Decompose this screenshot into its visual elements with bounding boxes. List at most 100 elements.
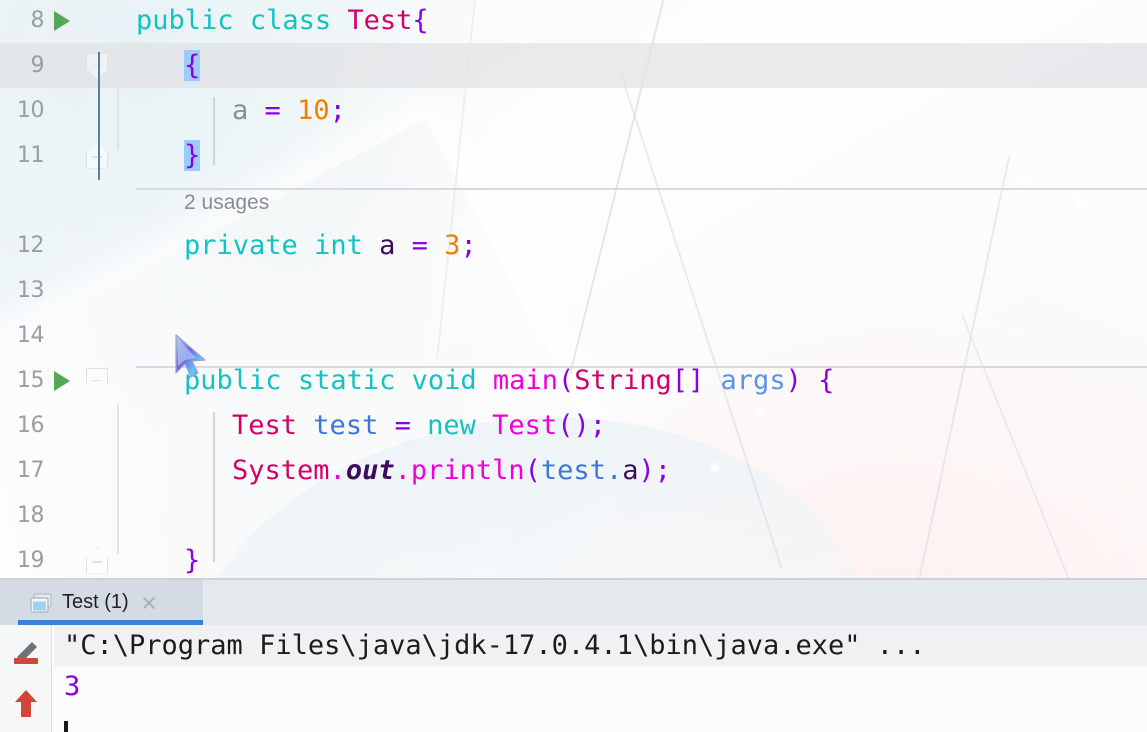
line-number: 17 xyxy=(17,458,45,483)
console-window-icon xyxy=(30,592,52,613)
code-token: new xyxy=(427,410,476,441)
line-number: 8 xyxy=(30,8,45,33)
code-token: String xyxy=(574,365,672,396)
console-output-line: 3 xyxy=(54,666,1147,707)
code-token: println xyxy=(410,455,525,486)
code-text: { xyxy=(136,50,201,81)
code-token: { xyxy=(818,365,835,396)
code-token: 2 usages xyxy=(184,191,270,214)
run-gutter-icon[interactable] xyxy=(44,370,80,391)
code-token: 10 xyxy=(297,95,330,126)
indent-guide xyxy=(213,412,215,562)
code-line-row[interactable]: 19} xyxy=(0,538,1147,578)
soft-wrap-icon[interactable] xyxy=(8,632,44,668)
scroll-to-top-icon[interactable] xyxy=(8,685,44,721)
code-fold-toggle[interactable] xyxy=(80,547,114,574)
code-token: Test xyxy=(232,410,298,441)
code-line-row[interactable]: 11} xyxy=(0,133,1147,178)
declaration-separator xyxy=(136,366,1147,368)
code-line-row[interactable]: 13 xyxy=(0,268,1147,313)
code-fold-toggle[interactable] xyxy=(80,52,114,79)
code-fold-toggle[interactable] xyxy=(80,142,114,169)
code-line-row[interactable]: 9{ xyxy=(0,43,1147,88)
line-number: 15 xyxy=(17,368,45,393)
console-command-text: "C:\Program Files\java\jdk-17.0.4.1\bin\… xyxy=(64,630,926,661)
code-line-row[interactable]: 18 xyxy=(0,493,1147,538)
code-token: a xyxy=(379,230,396,261)
code-line-row[interactable]: 17 System.out.println(test.a); xyxy=(0,448,1147,493)
console-tab-strip: Test (1) xyxy=(0,580,1147,625)
code-token: System xyxy=(232,455,330,486)
code-token: ) xyxy=(638,455,655,486)
code-line-row[interactable]: 10 a = 10; xyxy=(0,88,1147,133)
code-token: = xyxy=(411,230,428,261)
console-tab-test[interactable]: Test (1) xyxy=(0,580,203,625)
code-token: a xyxy=(232,95,249,126)
code-token: void xyxy=(411,365,477,396)
inlay-hint-row[interactable]: 2 usages xyxy=(0,178,1147,223)
line-number: 9 xyxy=(30,53,45,78)
code-editor[interactable]: 8 public class Test{9{10 a = 10; 11} 2 usage… xyxy=(0,0,1147,578)
run-gutter-icon[interactable] xyxy=(44,10,80,31)
code-token: } xyxy=(184,140,201,171)
console-tab-label: Test (1) xyxy=(62,591,129,613)
code-token: out xyxy=(345,455,395,486)
console-output-text: 3 xyxy=(64,671,81,702)
close-icon[interactable] xyxy=(140,594,158,612)
code-line-row[interactable]: 8 public class Test{ xyxy=(0,0,1147,43)
code-token: public xyxy=(136,5,234,36)
code-token: Test xyxy=(492,410,558,441)
fold-connector xyxy=(117,88,119,150)
code-token: public xyxy=(184,365,282,396)
code-line-row[interactable]: 15 public static void main(String[] args)… xyxy=(0,358,1147,403)
code-token: ; xyxy=(329,95,346,126)
code-token: { xyxy=(184,50,201,81)
line-number: 13 xyxy=(17,278,45,303)
code-token: args xyxy=(720,365,786,396)
code-token: [] xyxy=(671,365,705,396)
code-token: ) xyxy=(785,365,802,396)
code-line-row[interactable]: 16 Test test = new Test(); xyxy=(0,403,1147,448)
code-fold-toggle[interactable] xyxy=(80,367,114,394)
code-token: 3 xyxy=(444,230,461,261)
code-token: ; xyxy=(460,230,477,261)
code-token: test xyxy=(540,455,606,486)
code-block-guide xyxy=(98,52,100,180)
line-number: 11 xyxy=(17,143,45,168)
code-token: ( xyxy=(524,455,541,486)
code-token: main xyxy=(492,365,558,396)
code-line-row[interactable]: 12 private int a = 3; xyxy=(0,223,1147,268)
declaration-separator xyxy=(136,188,1147,190)
code-line-row[interactable]: 14 xyxy=(0,313,1147,358)
code-token: static xyxy=(297,365,396,396)
console-side-toolbar xyxy=(0,625,52,732)
code-text: private int a = 3; xyxy=(136,230,477,261)
line-number: 12 xyxy=(17,233,45,258)
line-number: 16 xyxy=(17,413,45,438)
line-number: 10 xyxy=(17,98,45,123)
usage-hint-text: 2 usages xyxy=(136,185,269,216)
indent-guide xyxy=(213,97,215,165)
code-text: Test test = new Test(); xyxy=(136,410,606,441)
code-token: () xyxy=(557,410,590,441)
console-output[interactable]: "C:\Program Files\java\jdk-17.0.4.1\bin\… xyxy=(54,625,1147,732)
code-token: Test xyxy=(347,5,413,36)
code-token: . xyxy=(605,455,623,486)
code-token: a xyxy=(622,455,639,486)
fold-connector xyxy=(117,404,119,554)
code-text: System.out.println(test.a); xyxy=(136,455,671,486)
run-tool-window: Test (1) "C:\Program Files\java\jdk-17.0… xyxy=(0,578,1147,732)
